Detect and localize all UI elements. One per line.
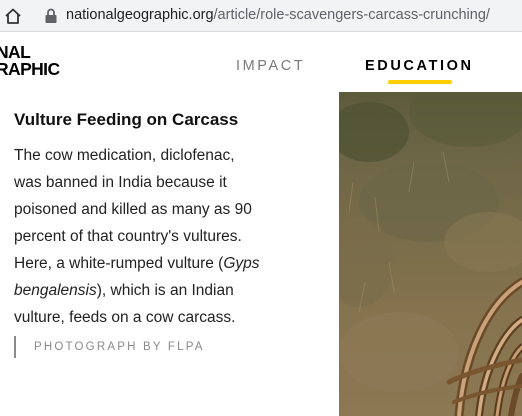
vulture-carcass-photo[interactable] [339,92,522,416]
logo-line2: RAPHIC [0,59,60,79]
credit-divider [14,336,16,358]
lock-icon[interactable] [44,8,58,24]
url-path: /article/role-scavengers-carcass-crunchi… [213,7,490,23]
nav-education[interactable]: EDUCATION [365,58,474,74]
caption-text: ), which is an Indian [96,282,234,299]
home-icon[interactable] [4,7,22,25]
caption-body: The cow medication, diclofenac, was bann… [14,142,314,331]
caption-line: percent of that country's vultures. [14,228,242,245]
caption-line: The cow medication, diclofenac, [14,147,235,164]
species-genus: Gyps [223,255,260,272]
photo-artwork [339,92,522,416]
caption-line: poisoned and killed as many as 90 [14,201,252,218]
caption-text: Here, a white-rumped vulture ( [14,255,224,272]
species-epithet: bengalensis [14,282,97,299]
caption-panel: Vulture Feeding on Carcass The cow medic… [0,92,339,416]
url-field[interactable]: nationalgeographic.org/article/role-scav… [66,7,490,23]
site-header: NAL RAPHIC IMPACT EDUCATION [0,32,522,92]
url-domain: nationalgeographic.org [66,7,214,23]
browser-address-bar: nationalgeographic.org/article/role-scav… [0,0,522,32]
nav-active-indicator [388,80,452,84]
caption-line: Here, a white-rumped vulture (Gyps [14,250,314,277]
caption-line: was banned in India because it [14,174,227,191]
nat-geo-logo[interactable]: NAL RAPHIC [0,43,60,79]
photo-credit: PHOTOGRAPH BY FLPA [34,341,205,353]
nav-impact[interactable]: IMPACT [236,58,305,74]
caption-line: bengalensis), which is an Indian [14,277,314,304]
caption-line: vulture, feeds on a cow carcass. [14,309,236,326]
caption-title: Vulture Feeding on Carcass [14,110,239,129]
